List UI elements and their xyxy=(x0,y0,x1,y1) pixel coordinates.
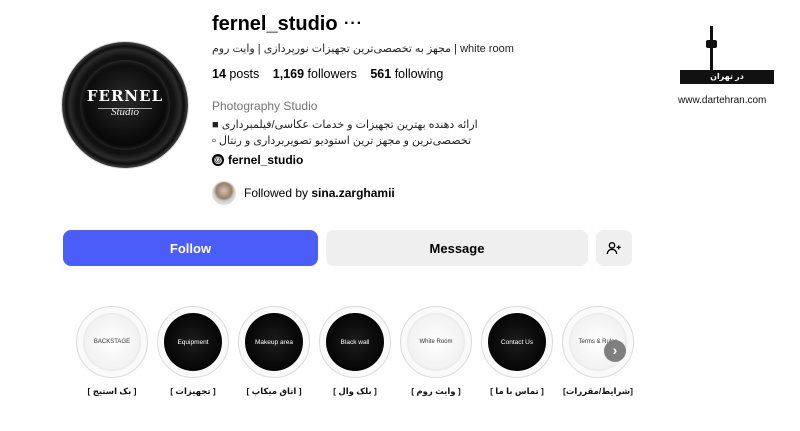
threads-icon: @ xyxy=(212,154,224,166)
add-user-icon xyxy=(606,242,621,255)
brand-bar: در تهران xyxy=(680,70,774,84)
highlight-cover-text: White Room xyxy=(407,313,465,371)
followers-label: followers xyxy=(307,67,357,81)
followed-by-user: sina.zarghamii xyxy=(311,186,395,200)
followed-by-text: Followed by sina.zarghamii xyxy=(244,186,395,200)
avatar-logo-text: FERNEL xyxy=(86,87,164,105)
highlight-cover: Equipment xyxy=(157,306,229,378)
tower-pod xyxy=(706,40,717,48)
threads-link[interactable]: @ fernel_studio xyxy=(212,153,303,167)
suggested-users-button[interactable] xyxy=(596,230,632,266)
highlight-cover-text: Contact Us xyxy=(488,313,546,371)
avatar-ring xyxy=(80,60,170,150)
highlight-cover: White Room xyxy=(400,306,472,378)
follower-avatar xyxy=(212,181,236,205)
profile-avatar[interactable]: FERNEL Studio xyxy=(62,42,188,168)
highlight-item[interactable]: Makeup area [ اتاق میکاپ ] xyxy=(238,306,310,397)
highlight-caption: [ تماس با ما ] xyxy=(490,386,544,396)
highlight-cover-text: Black wall xyxy=(326,313,384,371)
profile-username: fernel_studio xyxy=(212,13,338,35)
following-label: following xyxy=(394,67,444,81)
highlight-caption: [ تجهیزات ] xyxy=(170,386,216,396)
highlight-cover: Contact Us xyxy=(481,306,553,378)
profile-stats: 14 posts 1,169 followers 561 following xyxy=(212,67,453,81)
posts-stat[interactable]: 14 posts xyxy=(212,67,259,81)
highlight-item[interactable]: BACKSTAGE [ بک استیج ] xyxy=(76,306,148,397)
highlight-item[interactable]: Black wall [ بلک وال ] xyxy=(319,306,391,397)
followers-count: 1,169 xyxy=(272,67,305,81)
profile-bio-line-2: تخصصی‌ترین و مجهز ترین استودیو تصویربردا… xyxy=(212,135,472,147)
highlight-caption: [ وایت روم ] xyxy=(411,386,461,396)
profile-bio-top: white room | مجهز به تخصصی‌ترین تجهیزات … xyxy=(212,43,514,55)
highlight-cover-text: Equipment xyxy=(164,313,222,371)
followers-stat[interactable]: 1,169 followers xyxy=(273,67,357,81)
message-button[interactable]: Message xyxy=(326,230,588,266)
following-stat[interactable]: 561 following xyxy=(370,67,443,81)
profile-bio-line-1: ارائه دهنده بهترین تجهیزات و خدمات عکاسی… xyxy=(212,119,478,131)
avatar-logo-subtext: Studio xyxy=(110,106,140,118)
following-count: 561 xyxy=(370,67,392,81)
highlight-caption: [شرایط/مقررات] xyxy=(563,386,633,396)
highlight-cover: BACKSTAGE xyxy=(76,306,148,378)
followed-by-prefix: Followed by xyxy=(244,186,309,200)
followed-by[interactable]: Followed by sina.zarghamii xyxy=(212,181,395,205)
highlight-item[interactable]: Contact Us [ تماس با ما ] xyxy=(481,306,553,397)
highlight-item[interactable]: White Room [ وایت روم ] xyxy=(400,306,472,397)
tower-icon xyxy=(710,26,713,74)
highlight-cover-text: BACKSTAGE xyxy=(83,313,141,371)
posts-count: 14 xyxy=(212,67,226,81)
chevron-right-icon[interactable]: › xyxy=(604,340,626,362)
highlight-caption: [ بلک وال ] xyxy=(333,386,377,396)
brand-url: www.dartehran.com xyxy=(678,95,767,106)
posts-label: posts xyxy=(229,67,260,81)
more-options-icon[interactable]: ··· xyxy=(344,15,363,33)
highlight-cover-text: Makeup area xyxy=(245,313,303,371)
highlight-cover: Makeup area xyxy=(238,306,310,378)
highlight-caption: [ بک استیج ] xyxy=(87,386,137,396)
threads-handle: fernel_studio xyxy=(228,153,304,167)
highlight-caption: [ اتاق میکاپ ] xyxy=(246,386,302,396)
brand-logo: در تهران www.dartehran.com xyxy=(676,26,776,110)
profile-category: Photography Studio xyxy=(212,99,318,113)
follow-button[interactable]: Follow xyxy=(63,230,318,266)
highlight-cover: Black wall xyxy=(319,306,391,378)
highlight-item[interactable]: Equipment [ تجهیزات ] xyxy=(157,306,229,397)
highlight-cover: Terms & Rules xyxy=(562,306,634,378)
